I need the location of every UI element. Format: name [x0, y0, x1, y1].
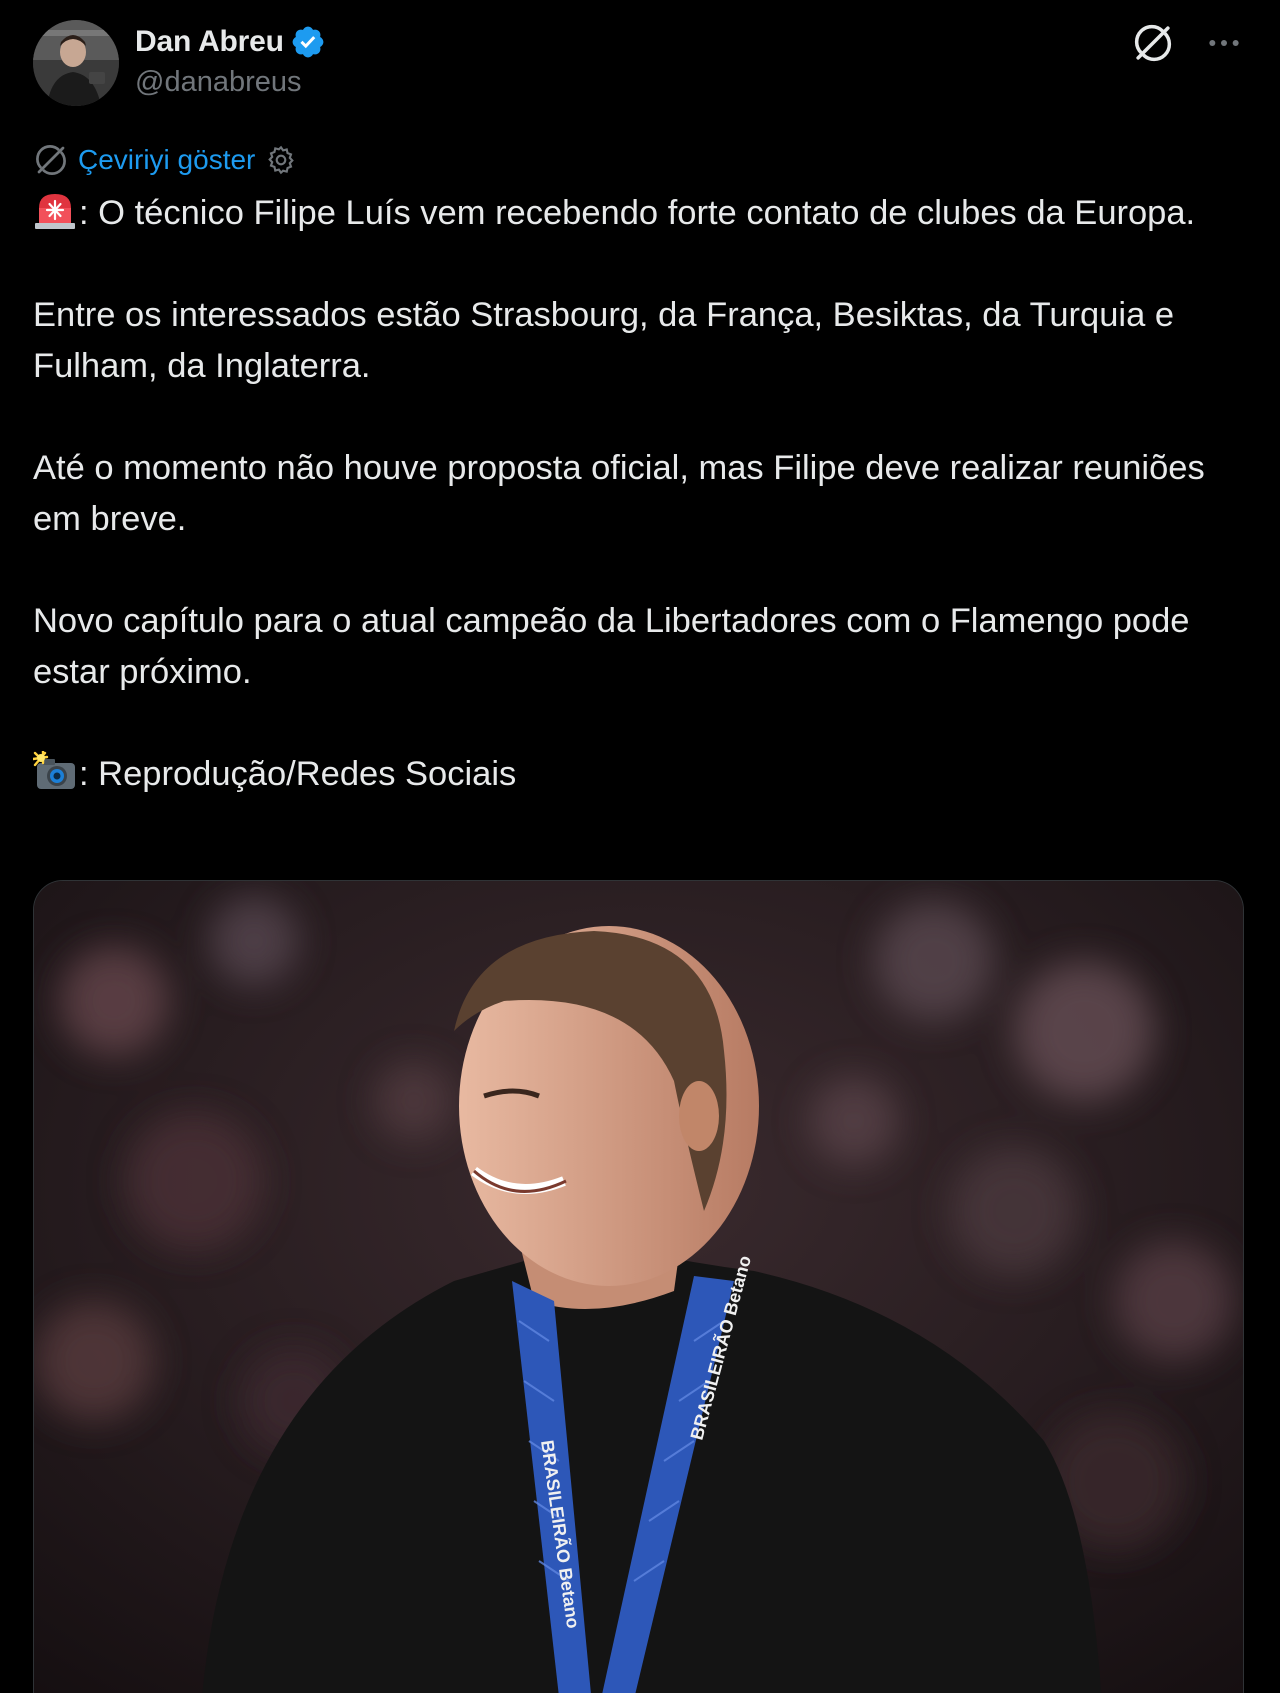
tweet-paragraph: : O técnico Filipe Luís vem recebendo fo… [33, 188, 1248, 239]
tweet-paragraph: Até o momento não houve proposta oficial… [33, 443, 1248, 545]
translate-icon [33, 142, 69, 178]
tweet-paragraph: Entre os interessados estão Strasbourg, … [33, 290, 1248, 392]
tweet-paragraph-text: : O técnico Filipe Luís vem recebendo fo… [79, 194, 1196, 232]
grok-icon[interactable] [1132, 22, 1174, 64]
tweet-photo[interactable]: BRASILEIRÃO Betano BRASILEIRÃO Betano [33, 880, 1244, 1693]
handle[interactable]: @danabreus [135, 66, 326, 99]
tweet-paragraph-text: Até o momento não houve proposta oficial… [33, 449, 1205, 538]
tweet-header: Dan Abreu @danabreus [33, 20, 326, 106]
show-translation-link[interactable]: Çeviriyi göster [78, 144, 255, 176]
tweet: Dan Abreu @danabreus Çeviriyi göster: O… [0, 0, 1280, 1693]
tweet-paragraph-text: : Reprodução/Redes Sociais [79, 755, 517, 793]
camera-flash-icon [31, 749, 77, 791]
tweet-paragraph-text: Entre os interessados estão Strasbourg, … [33, 296, 1175, 385]
name-row: Dan Abreu [135, 22, 326, 62]
gear-icon[interactable] [265, 144, 297, 176]
tweet-paragraph: Novo capítulo para o atual campeão da Li… [33, 596, 1248, 698]
tweet-paragraph: : Reprodução/Redes Sociais [31, 749, 1248, 800]
display-name[interactable]: Dan Abreu [135, 25, 284, 59]
top-actions [1132, 22, 1244, 64]
tweet-paragraph-text: Novo capítulo para o atual campeão da Li… [33, 602, 1190, 691]
translate-row: Çeviriyi göster [33, 142, 297, 178]
photo-illustration: BRASILEIRÃO Betano BRASILEIRÃO Betano [34, 881, 1243, 1693]
more-icon[interactable] [1204, 23, 1244, 63]
avatar[interactable] [33, 20, 119, 106]
rotating-light-icon [33, 190, 77, 230]
verified-badge-icon [290, 24, 326, 60]
user-block: Dan Abreu @danabreus [135, 22, 326, 99]
tweet-text: : O técnico Filipe Luís vem recebendo fo… [31, 188, 1248, 800]
